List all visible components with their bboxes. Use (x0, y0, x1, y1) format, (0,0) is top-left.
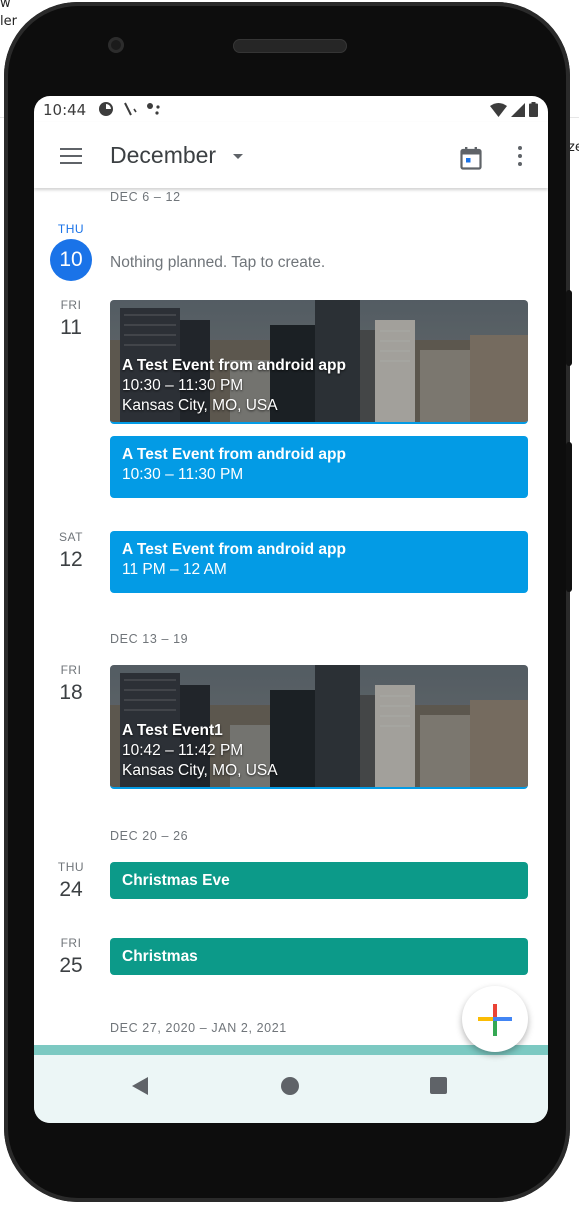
arrow-drop-down-icon[interactable] (233, 154, 243, 159)
day-of-week: THU (57, 860, 85, 874)
app-bar: December (34, 122, 548, 188)
menu-icon[interactable] (60, 148, 82, 164)
today-date-badge[interactable]: 10 (50, 239, 92, 281)
cellular-signal-icon (511, 102, 525, 117)
event-title: A Test Event from android app (122, 446, 346, 463)
day-of-week: FRI (60, 663, 82, 677)
event-time: 10:30 – 11:30 PM (122, 377, 244, 394)
event-title: Christmas Eve (122, 872, 230, 889)
day-number: 12 (59, 548, 83, 571)
schedule-list[interactable]: DEC 6 – 12 THU 10 Nothing planned. Tap t… (34, 188, 548, 1123)
battery-icon (529, 102, 538, 117)
power-button (566, 290, 572, 366)
day-of-week: SAT (59, 530, 83, 544)
back-icon[interactable] (132, 1077, 148, 1095)
month-selector[interactable]: December (110, 142, 216, 169)
day-of-week: FRI (60, 936, 82, 950)
event-card-with-image[interactable]: A Test Event1 10:42 – 11:42 PM Kansas Ci… (110, 665, 528, 789)
day-number: 11 (60, 316, 82, 339)
event-card[interactable]: A Test Event from android app 10:30 – 11… (110, 436, 528, 498)
status-time: 10:44 (43, 101, 87, 119)
week-header: DEC 13 – 19 (110, 632, 189, 646)
plus-icon (478, 1004, 512, 1036)
data-saver-icon (99, 102, 113, 116)
event-title: A Test Event from android app (122, 541, 346, 558)
background-text: ler (0, 14, 17, 29)
front-camera (108, 37, 124, 53)
background-text: w (0, 0, 11, 11)
dots-icon (147, 103, 160, 115)
event-location: Kansas City, MO, USA (122, 397, 278, 414)
day-number: 24 (59, 878, 83, 901)
event-details: A Test Event1 10:42 – 11:42 PM Kansas Ci… (122, 721, 278, 781)
event-title: A Test Event1 (122, 722, 223, 739)
status-bar: 10:44 (34, 96, 548, 122)
volume-button (566, 442, 572, 592)
event-card[interactable]: A Test Event from android app 11 PM – 12… (110, 531, 528, 593)
holiday-card[interactable]: Christmas Eve (110, 862, 528, 899)
create-event-button[interactable] (462, 986, 528, 1052)
more-vert-icon[interactable] (518, 146, 524, 170)
navigation-bar (34, 1055, 548, 1123)
week-header: DEC 6 – 12 (110, 190, 181, 204)
week-header: DEC 27, 2020 – JAN 2, 2021 (110, 1021, 287, 1035)
calendar-today-icon[interactable] (460, 146, 482, 170)
notification-icons (98, 101, 164, 117)
event-time: 10:42 – 11:42 PM (122, 742, 244, 759)
system-status-icons (490, 102, 538, 117)
day-of-week: THU (57, 222, 85, 236)
day-number: 25 (59, 954, 83, 977)
signal-slash-icon (124, 102, 137, 116)
home-icon[interactable] (281, 1077, 299, 1095)
recents-icon[interactable] (430, 1077, 447, 1094)
event-time: 10:30 – 11:30 PM (122, 466, 244, 483)
event-title: Christmas (122, 948, 198, 965)
holiday-card[interactable]: Christmas (110, 938, 528, 975)
event-time: 11 PM – 12 AM (122, 561, 227, 578)
event-details: A Test Event from android app 10:30 – 11… (122, 356, 346, 416)
week-header: DEC 20 – 26 (110, 829, 189, 843)
wifi-icon (490, 102, 507, 117)
phone-frame: 10:44 December DEC 6 – 12 THU 10 Nothing… (4, 2, 572, 1202)
nothing-planned-text[interactable]: Nothing planned. Tap to create. (110, 254, 325, 272)
day-of-week: FRI (60, 298, 82, 312)
event-location: Kansas City, MO, USA (122, 762, 278, 779)
event-title: A Test Event from android app (122, 357, 346, 374)
day-number: 18 (59, 681, 83, 704)
earpiece-speaker (233, 39, 347, 53)
event-card-with-image[interactable]: A Test Event from android app 10:30 – 11… (110, 300, 528, 424)
screen: 10:44 December DEC 6 – 12 THU 10 Nothing… (34, 96, 548, 1123)
